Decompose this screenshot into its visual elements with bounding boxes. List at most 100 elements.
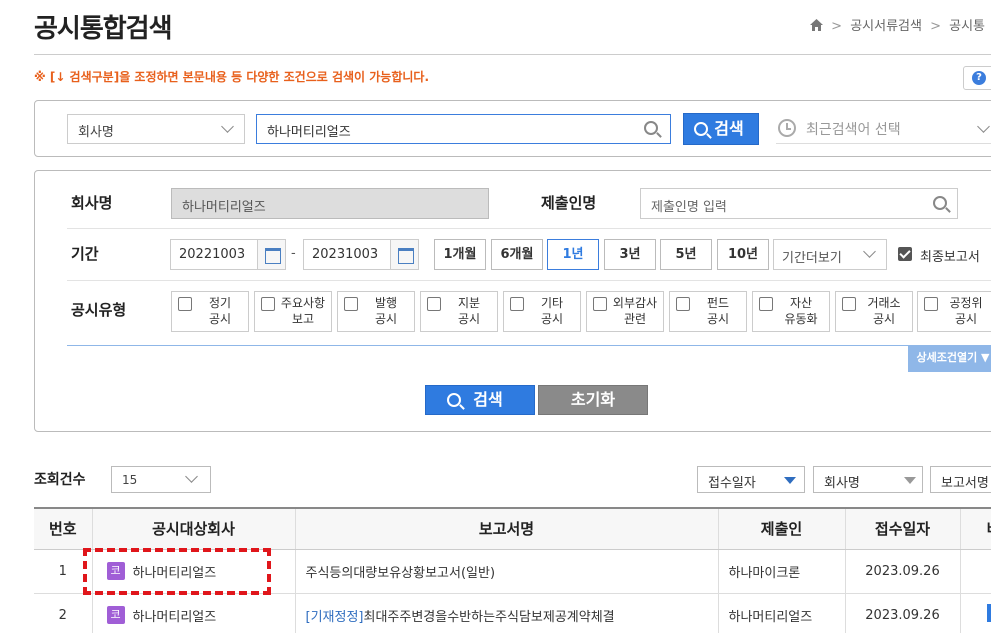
result-count-select[interactable]: 15 xyxy=(111,466,211,493)
col-header-submitter: 제출인 xyxy=(717,507,845,550)
detail-toggle-button[interactable]: 상세조건열기 ▼ xyxy=(908,346,991,372)
date-to-input[interactable]: 20231003 xyxy=(303,239,419,270)
company-link[interactable]: 하나머티리얼즈 xyxy=(133,610,217,625)
breadcrumb-item-disclosure-search[interactable]: 공시서류검색 xyxy=(850,19,922,34)
type-checkbox[interactable] xyxy=(924,297,938,311)
period-1y-button[interactable]: 1년 xyxy=(547,239,599,270)
correction-tag: [기재정정] xyxy=(305,609,364,625)
type-checkbox[interactable] xyxy=(759,297,773,311)
final-report-label: 최종보고서 xyxy=(920,250,980,265)
type-checkbox[interactable] xyxy=(510,297,524,311)
search-icon[interactable] xyxy=(933,196,947,210)
final-report-option[interactable]: 최종보고서 xyxy=(898,246,980,265)
period-1m-button[interactable]: 1개월 xyxy=(434,239,486,270)
type-checkbox[interactable] xyxy=(427,297,441,311)
sort-report-label: 보고서명 xyxy=(941,476,989,491)
report-link[interactable]: 최대주주변경을수반하는주식담보제공계약체결 xyxy=(363,610,614,625)
type-label: 발행 공시 xyxy=(374,296,398,326)
date-separator: - xyxy=(291,246,296,261)
sort-date-select[interactable]: 접수일자 xyxy=(697,466,805,493)
period-6m-button[interactable]: 6개월 xyxy=(491,239,543,270)
type-major-report[interactable]: 주요사항 보고 xyxy=(254,291,332,332)
row-number: 1 xyxy=(34,549,92,594)
table-header-row: 번호 공시대상회사 보고서명 제출인 접수일자 비 xyxy=(34,507,991,550)
result-count-value: 15 xyxy=(122,473,138,487)
type-issuance[interactable]: 발행 공시 xyxy=(337,291,415,332)
type-other[interactable]: 기타 공시 xyxy=(503,291,581,332)
row-company-cell[interactable]: 코 하나머티리얼즈 xyxy=(91,593,295,633)
caret-down-icon xyxy=(904,477,916,484)
search-icon[interactable] xyxy=(644,121,658,135)
chevron-down-icon xyxy=(221,120,234,133)
type-checkbox[interactable] xyxy=(178,297,192,311)
home-icon[interactable] xyxy=(810,19,823,31)
report-link-cell[interactable]: [기재정정]최대주주변경을수반하는주식담보제공계약체결 xyxy=(294,593,718,633)
row-divider xyxy=(67,280,991,281)
row-company-cell[interactable]: 코 하나머티리얼즈 xyxy=(91,549,295,594)
search-button[interactable]: 검색 xyxy=(683,113,759,145)
sort-report-select[interactable]: 보고서명 xyxy=(930,466,991,493)
company-link[interactable]: 하나머티리얼즈 xyxy=(133,566,217,581)
date-from-input[interactable]: 20221003 xyxy=(170,239,286,270)
type-exchange[interactable]: 거래소 공시 xyxy=(835,291,913,332)
more-period-value: 기간더보기 xyxy=(782,251,842,266)
breadcrumb-separator: > xyxy=(831,19,843,34)
submitter-input[interactable]: 제출인명 입력 xyxy=(640,188,958,219)
type-fund[interactable]: 펀드 공시 xyxy=(669,291,747,332)
market-badge: 코 xyxy=(106,562,125,580)
type-label: 기타 공시 xyxy=(540,296,564,326)
submitter-label: 제출인명 xyxy=(541,194,597,212)
more-period-select[interactable]: 기간더보기 xyxy=(773,239,887,270)
type-label: 자산 유동화 xyxy=(784,296,818,326)
period-label: 기간 xyxy=(71,245,99,263)
calendar-icon[interactable] xyxy=(390,240,418,269)
help-button[interactable]: ? xyxy=(963,66,991,90)
sort-company-select[interactable]: 회사명 xyxy=(813,466,923,493)
type-regular[interactable]: 정기 공시 xyxy=(171,291,249,332)
type-checkbox[interactable] xyxy=(676,297,690,311)
type-checkbox[interactable] xyxy=(593,297,607,311)
remarks-cell xyxy=(959,549,991,594)
recent-search-placeholder: 최근검색어 선택 xyxy=(806,122,901,138)
caret-down-icon xyxy=(784,477,796,484)
type-asset-securitization[interactable]: 자산 유동화 xyxy=(752,291,830,332)
period-10y-button[interactable]: 10년 xyxy=(717,239,769,270)
col-header-report: 보고서명 xyxy=(294,507,718,550)
type-label: 외부감사 관련 xyxy=(612,296,658,326)
type-equity[interactable]: 지분 공시 xyxy=(420,291,498,332)
filter-search-label: 검색 xyxy=(473,390,503,409)
search-type-select[interactable]: 회사명 xyxy=(67,114,245,144)
table-row: 1 코 하나머티리얼즈 주식등의대량보유상황보고서(일반) 하나마이크론 2023… xyxy=(34,549,991,594)
filter-search-button[interactable]: 검색 xyxy=(425,385,535,415)
final-report-checkbox[interactable] xyxy=(898,247,912,261)
results-table: 번호 공시대상회사 보고서명 제출인 접수일자 비 1 코하나머티리얼즈 주식등… xyxy=(34,507,991,633)
company-label: 회사명 xyxy=(71,194,113,212)
type-ftc[interactable]: 공정위 공시 xyxy=(917,291,991,332)
type-label: 주요사항 보고 xyxy=(280,296,326,326)
type-checkbox[interactable] xyxy=(842,297,856,311)
result-count-label: 조회건수 xyxy=(34,472,86,488)
period-5y-button[interactable]: 5년 xyxy=(660,239,712,270)
table-row: 2 코 하나머티리얼즈 [기재정정]최대주주변경을수반하는주식담보제공계약체결 하… xyxy=(34,593,991,633)
row-number: 2 xyxy=(34,593,92,633)
calendar-icon[interactable] xyxy=(257,240,285,269)
search-input[interactable]: 하나머티리얼즈 xyxy=(256,114,671,144)
chevron-down-icon xyxy=(977,120,990,133)
remarks-marker xyxy=(987,604,991,622)
col-header-date: 접수일자 xyxy=(844,507,960,550)
date-cell: 2023.09.26 xyxy=(844,593,960,633)
breadcrumb-item-integrated[interactable]: 공시통 xyxy=(949,19,985,34)
type-external-audit[interactable]: 외부감사 관련 xyxy=(586,291,664,332)
period-3y-button[interactable]: 3년 xyxy=(604,239,656,270)
report-link[interactable]: 주식등의대량보유상황보고서(일반) xyxy=(294,549,718,594)
search-button-label: 검색 xyxy=(714,119,744,138)
type-checkbox[interactable] xyxy=(344,297,358,311)
breadcrumb: > 공시서류검색 > 공시통 xyxy=(810,15,985,34)
submitter-cell: 하나머티리얼즈 xyxy=(717,593,845,633)
market-badge: 코 xyxy=(106,606,125,624)
disclosure-type-label: 공시유형 xyxy=(71,301,127,319)
detail-divider xyxy=(67,345,991,346)
recent-search-select[interactable]: 최근검색어 선택 xyxy=(776,114,991,144)
type-checkbox[interactable] xyxy=(261,297,275,311)
reset-button[interactable]: 초기화 xyxy=(538,385,648,415)
